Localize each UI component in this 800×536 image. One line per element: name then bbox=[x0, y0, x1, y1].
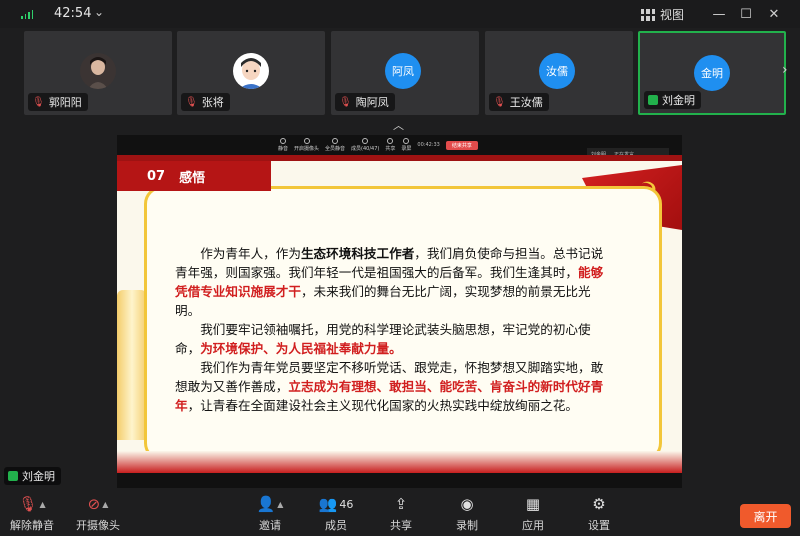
mini-tool: 录屏 bbox=[401, 138, 411, 152]
avatar bbox=[80, 53, 116, 89]
mic-active-icon bbox=[8, 471, 18, 481]
mini-end-share: 结束共享 bbox=[445, 140, 478, 150]
share-button[interactable]: ⇪ 共享 bbox=[371, 495, 431, 533]
avatar bbox=[233, 53, 269, 89]
mic-muted-icon: 🎙 bbox=[32, 96, 45, 108]
slide-paragraph: 我们作为青年党员要坚定不移听党话、跟党走，怀抱梦想又脚踏实地，敢想敢为又善作善成… bbox=[175, 358, 615, 415]
shared-screen: 静音 开启摄像头 全员静音 成员(40/47) 共享 录屏 00:42:33 结… bbox=[117, 135, 682, 488]
chevron-up-icon[interactable]: ︿ bbox=[393, 117, 404, 133]
slide: ☭ 07 感悟 作为青年人，作为生态环境科技工作者，我们肩负使命与担当。总书记说… bbox=[117, 155, 682, 473]
title-bar: 42:54 ⌄ 视图 — ☐ ✕ bbox=[0, 0, 800, 28]
paragraph-text: ，让青春在全面建设社会主义现代化国家的火热实践中绽放绚丽之花。 bbox=[187, 398, 578, 413]
avatar: 阿凤 bbox=[385, 53, 421, 89]
view-button[interactable]: 视图 bbox=[641, 6, 684, 23]
maximize-icon[interactable]: ☐ bbox=[734, 4, 758, 24]
mini-tool: 开启摄像头 bbox=[294, 138, 319, 152]
apps-button[interactable]: ▦ 应用 bbox=[503, 495, 563, 533]
invite-label: 邀请 bbox=[259, 519, 281, 532]
members-button[interactable]: 👥 46 成员 bbox=[306, 495, 366, 533]
signal-icon bbox=[21, 10, 33, 19]
mini-tool: 共享 bbox=[385, 138, 395, 152]
unmute-button[interactable]: 🎙 ▲ 解除静音 bbox=[2, 495, 62, 533]
slide-paragraph: 我们要牢记领袖嘱托，用党的科学理论武装头脑思想，牢记党的初心使命，为环境保护、为… bbox=[175, 320, 615, 358]
mic-muted-icon: 🎙 bbox=[185, 96, 198, 108]
record-label: 录制 bbox=[456, 519, 478, 532]
highlight-text: 为环境保护、为人民福祉奉献力量。 bbox=[200, 341, 402, 356]
mic-muted-icon: 🎙 bbox=[493, 96, 506, 108]
participant-tile[interactable]: 阿凤 🎙 陶阿凤 bbox=[331, 31, 479, 115]
participant-nameplate: 刘金明 bbox=[644, 91, 701, 109]
caret-icon[interactable]: ▲ bbox=[39, 500, 45, 509]
mini-tool: 成员(40/47) bbox=[351, 138, 379, 152]
shared-toolbar-bg: 静音 开启摄像头 全员静音 成员(40/47) 共享 录屏 00:42:33 结… bbox=[117, 135, 682, 160]
camera-button[interactable]: ⊘ ▲ 开摄像头 bbox=[68, 495, 128, 533]
shared-bottom-bar bbox=[117, 473, 682, 488]
mini-tool: 静音 bbox=[278, 138, 288, 152]
avatar: 汝儒 bbox=[539, 53, 575, 89]
bold-text: 生态环境科技工作者 bbox=[300, 246, 415, 261]
meeting-timer: 42:54 bbox=[54, 6, 92, 21]
participant-nameplate: 🎙 郭阳阳 bbox=[28, 93, 88, 111]
camera-label: 开摄像头 bbox=[76, 519, 120, 532]
view-label: 视图 bbox=[660, 8, 685, 22]
section-number: 07 bbox=[147, 168, 166, 184]
settings-button[interactable]: ⚙ 设置 bbox=[569, 495, 629, 533]
leave-button[interactable]: 离开 bbox=[740, 504, 791, 528]
record-icon: ◉ bbox=[460, 495, 474, 513]
section-ribbon: 07 感悟 bbox=[117, 161, 271, 191]
mic-muted-icon: 🎙 bbox=[339, 96, 352, 108]
gear-icon: ⚙ bbox=[592, 495, 606, 513]
apps-grid-icon: ▦ bbox=[525, 495, 541, 513]
meeting-toolbar: 🎙 ▲ 解除静音 ⊘ ▲ 开摄像头 👤 ▲ 邀请 👥 46 成员 ⇪ 共享 ◉ 录制 ▦… bbox=[0, 489, 800, 536]
settings-label: 设置 bbox=[588, 519, 610, 532]
self-name: 刘金明 bbox=[22, 470, 55, 483]
grid-icon bbox=[641, 8, 655, 21]
members-count: 46 bbox=[339, 497, 354, 511]
decorative-pillar bbox=[117, 290, 147, 440]
slide-bottom-wave bbox=[117, 451, 682, 473]
participant-tile[interactable]: 🎙 张将 bbox=[177, 31, 325, 115]
slide-body-text: 作为青年人，作为生态环境科技工作者，我们肩负使命与担当。总书记说青年强，则国家强… bbox=[175, 244, 615, 415]
share-label: 共享 bbox=[390, 519, 412, 532]
participant-name: 刘金明 bbox=[662, 94, 695, 107]
minimize-icon[interactable]: — bbox=[707, 4, 731, 24]
participant-nameplate: 🎙 张将 bbox=[181, 93, 230, 111]
participant-tile[interactable]: 汝儒 🎙 王汝儒 bbox=[485, 31, 633, 115]
caret-icon[interactable]: ▲ bbox=[277, 500, 283, 509]
mini-tool: 全员静音 bbox=[325, 138, 345, 152]
chevron-right-icon[interactable]: › bbox=[782, 62, 796, 82]
camera-off-icon: ⊘ bbox=[87, 495, 101, 513]
mic-active-icon bbox=[648, 95, 658, 105]
chevron-down-icon[interactable]: ⌄ bbox=[94, 5, 104, 19]
presenter-mini-toolbar: 静音 开启摄像头 全员静音 成员(40/47) 共享 录屏 00:42:33 结… bbox=[264, 135, 534, 155]
participant-name: 王汝儒 bbox=[509, 96, 543, 109]
participant-strip: 🎙 郭阳阳 🎙 张将 阿凤 🎙 陶阿凤 汝儒 🎙 王汝儒 金明 刘金明 › bbox=[0, 28, 800, 116]
participant-tile[interactable]: 🎙 郭阳阳 bbox=[24, 31, 172, 115]
participant-tile-active[interactable]: 金明 刘金明 bbox=[638, 31, 786, 115]
participant-nameplate: 🎙 王汝儒 bbox=[489, 93, 549, 111]
invite-button[interactable]: 👤 ▲ 邀请 bbox=[240, 495, 300, 533]
self-nameplate: 刘金明 bbox=[4, 467, 61, 485]
mini-time: 00:42:33 bbox=[417, 142, 440, 148]
members-icon: 👥 bbox=[318, 495, 338, 513]
section-title: 感悟 bbox=[179, 170, 206, 186]
record-button[interactable]: ◉ 录制 bbox=[437, 495, 497, 533]
mic-muted-icon: 🎙 bbox=[18, 495, 38, 513]
add-user-icon: 👤 bbox=[256, 495, 276, 513]
participant-name: 张将 bbox=[201, 96, 224, 109]
share-screen-icon: ⇪ bbox=[394, 495, 408, 513]
unmute-label: 解除静音 bbox=[10, 519, 54, 532]
participant-nameplate: 🎙 陶阿凤 bbox=[335, 93, 395, 111]
participant-name: 陶阿凤 bbox=[355, 96, 389, 109]
slide-paragraph: 作为青年人，作为生态环境科技工作者，我们肩负使命与担当。总书记说青年强，则国家强… bbox=[175, 244, 615, 320]
close-icon[interactable]: ✕ bbox=[762, 4, 786, 24]
paragraph-text: 作为青年人，作为 bbox=[200, 246, 301, 261]
apps-label: 应用 bbox=[522, 519, 544, 532]
avatar: 金明 bbox=[694, 55, 730, 91]
members-label: 成员 bbox=[325, 519, 347, 532]
participant-name: 郭阳阳 bbox=[48, 96, 82, 109]
caret-icon[interactable]: ▲ bbox=[102, 500, 108, 509]
